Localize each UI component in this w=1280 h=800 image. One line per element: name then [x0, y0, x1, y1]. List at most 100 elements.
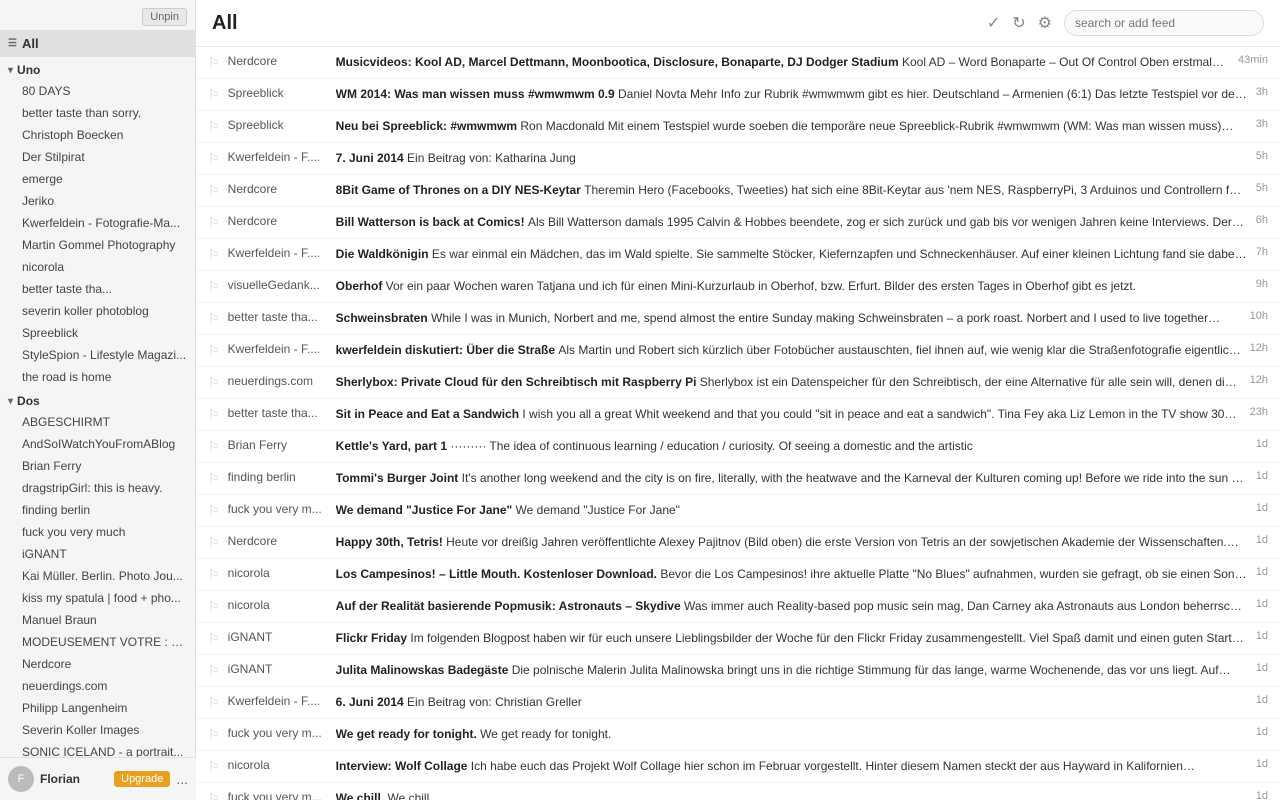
- bookmark-icon[interactable]: ⚐: [208, 407, 220, 423]
- feed-content: Oberhof Vor ein paar Wochen waren Tatjan…: [336, 278, 1248, 295]
- bookmark-icon[interactable]: ⚐: [208, 87, 220, 103]
- bookmark-icon[interactable]: ⚐: [208, 599, 220, 615]
- bookmark-icon[interactable]: ⚐: [208, 183, 220, 199]
- bookmark-icon[interactable]: ⚐: [208, 535, 220, 551]
- sidebar-item[interactable]: Manuel Braun: [0, 609, 195, 631]
- sidebar-item[interactable]: dragstripGirl: this is heavy.: [0, 477, 195, 499]
- sidebar-item[interactable]: better taste tha...: [0, 278, 195, 300]
- feed-source: iGNANT: [228, 662, 328, 676]
- feed-item[interactable]: ⚐Kwerfeldein - F....7. Juni 2014 Ein Bei…: [196, 143, 1280, 175]
- refresh-icon[interactable]: ↻: [1012, 13, 1025, 33]
- feed-item[interactable]: ⚐iGNANTFlickr Friday Im folgenden Blogpo…: [196, 623, 1280, 655]
- feed-item[interactable]: ⚐nicorolaLos Campesinos! – Little Mouth.…: [196, 559, 1280, 591]
- sidebar-item[interactable]: StyleSpion - Lifestyle Magazi...: [0, 344, 195, 366]
- sidebar-item[interactable]: ABGESCHIRMT: [0, 411, 195, 433]
- sidebar-item[interactable]: nicorola: [0, 256, 195, 278]
- sidebar-item[interactable]: Severin Koller Images: [0, 719, 195, 741]
- feed-item[interactable]: ⚐SpreeblickWM 2014: Was man wissen muss …: [196, 79, 1280, 111]
- sidebar-item[interactable]: Philipp Langenheim: [0, 697, 195, 719]
- feed-item[interactable]: ⚐fuck you very m...We get ready for toni…: [196, 719, 1280, 751]
- feed-item[interactable]: ⚐Kwerfeldein - F....Die Waldkönigin Es w…: [196, 239, 1280, 271]
- feed-item[interactable]: ⚐fuck you very m...We demand "Justice Fo…: [196, 495, 1280, 527]
- feed-list: ⚐NerdcoreMusicvideos: Kool AD, Marcel De…: [196, 47, 1280, 800]
- bookmark-icon[interactable]: ⚐: [208, 567, 220, 583]
- feed-item[interactable]: ⚐Brian FerryKettle's Yard, part 1 ······…: [196, 431, 1280, 463]
- feed-time: 23h: [1250, 406, 1268, 418]
- all-chevron-icon: ☰: [8, 38, 17, 49]
- bookmark-icon[interactable]: ⚐: [208, 215, 220, 231]
- bookmark-icon[interactable]: ⚐: [208, 279, 220, 295]
- feed-source: Kwerfeldein - F....: [228, 694, 328, 708]
- sidebar-item[interactable]: AndSoIWatchYouFromABlog: [0, 433, 195, 455]
- bookmark-icon[interactable]: ⚐: [208, 695, 220, 711]
- bookmark-icon[interactable]: ⚐: [208, 55, 220, 71]
- bookmark-icon[interactable]: ⚐: [208, 375, 220, 391]
- sidebar-item[interactable]: 80 DAYS: [0, 80, 195, 102]
- feed-item[interactable]: ⚐iGNANTJulita Malinowskas Badegäste Die …: [196, 655, 1280, 687]
- bookmark-icon[interactable]: ⚐: [208, 311, 220, 327]
- sidebar-item[interactable]: Jeriko: [0, 190, 195, 212]
- sidebar-item[interactable]: Kai Müller. Berlin. Photo Jou...: [0, 565, 195, 587]
- upgrade-button[interactable]: Upgrade: [114, 771, 170, 787]
- bookmark-icon[interactable]: ⚐: [208, 727, 220, 743]
- sidebar-item[interactable]: Nerdcore: [0, 653, 195, 675]
- sidebar-item[interactable]: kiss my spatula | food + pho...: [0, 587, 195, 609]
- bookmark-icon[interactable]: ⚐: [208, 663, 220, 679]
- feed-source: fuck you very m...: [228, 790, 328, 800]
- unpin-button[interactable]: Unpin: [142, 8, 187, 26]
- sidebar-item[interactable]: Spreeblick: [0, 322, 195, 344]
- feed-item[interactable]: ⚐NerdcoreMusicvideos: Kool AD, Marcel De…: [196, 47, 1280, 79]
- settings-icon[interactable]: ⚙: [1038, 13, 1052, 33]
- sidebar-item[interactable]: Christoph Boecken: [0, 124, 195, 146]
- feed-source: Spreeblick: [228, 86, 328, 100]
- search-input[interactable]: [1064, 10, 1264, 36]
- sidebar-item[interactable]: better taste than sorry.: [0, 102, 195, 124]
- feed-item[interactable]: ⚐nicorolaInterview: Wolf Collage Ich hab…: [196, 751, 1280, 783]
- feed-item[interactable]: ⚐better taste tha...Schweinsbraten While…: [196, 303, 1280, 335]
- sidebar-item[interactable]: Kwerfeldein - Fotografie-Ma...: [0, 212, 195, 234]
- feed-item[interactable]: ⚐ fuck you very m... We chill. We chill. 1d: [196, 783, 1280, 800]
- check-all-icon[interactable]: ✓: [987, 13, 1000, 33]
- bookmark-icon[interactable]: ⚐: [208, 343, 220, 359]
- feed-item[interactable]: ⚐SpreeblickNeu bei Spreeblick: #wmwmwm R…: [196, 111, 1280, 143]
- bookmark-icon[interactable]: ⚐: [208, 791, 220, 800]
- bookmark-icon[interactable]: ⚐: [208, 439, 220, 455]
- bookmark-icon[interactable]: ⚐: [208, 151, 220, 167]
- feed-item[interactable]: ⚐visuelleGedank...Oberhof Vor ein paar W…: [196, 271, 1280, 303]
- feed-item[interactable]: ⚐nicorolaAuf der Realität basierende Pop…: [196, 591, 1280, 623]
- feed-item[interactable]: ⚐better taste tha...Sit in Peace and Eat…: [196, 399, 1280, 431]
- bookmark-icon[interactable]: ⚐: [208, 247, 220, 263]
- sidebar-section-uno[interactable]: ▾ Uno: [0, 57, 195, 80]
- sidebar-item-all[interactable]: ☰ All: [0, 30, 195, 57]
- bookmark-icon[interactable]: ⚐: [208, 759, 220, 775]
- sidebar-section-dos[interactable]: ▾ Dos: [0, 388, 195, 411]
- feed-item[interactable]: ⚐Kwerfeldein - F....6. Juni 2014 Ein Bei…: [196, 687, 1280, 719]
- sidebar-item[interactable]: Brian Ferry: [0, 455, 195, 477]
- feed-time: 1d: [1256, 790, 1268, 800]
- feed-item[interactable]: ⚐Nerdcore8Bit Game of Thrones on a DIY N…: [196, 175, 1280, 207]
- feed-content: We chill. We chill.: [336, 790, 1248, 800]
- sidebar-item[interactable]: neuerdings.com: [0, 675, 195, 697]
- sidebar-item[interactable]: iGNANT: [0, 543, 195, 565]
- bookmark-icon[interactable]: ⚐: [208, 119, 220, 135]
- sidebar-item[interactable]: Martin Gommel Photography: [0, 234, 195, 256]
- bookmark-icon[interactable]: ⚐: [208, 631, 220, 647]
- all-label: All: [22, 36, 39, 51]
- sidebar-item[interactable]: the road is home: [0, 366, 195, 388]
- sidebar-item[interactable]: severin koller photoblog: [0, 300, 195, 322]
- sidebar-item[interactable]: finding berlin: [0, 499, 195, 521]
- feed-item[interactable]: ⚐finding berlinTommi's Burger Joint It's…: [196, 463, 1280, 495]
- bookmark-icon[interactable]: ⚐: [208, 503, 220, 519]
- feed-time: 43min: [1238, 54, 1268, 66]
- bookmark-icon[interactable]: ⚐: [208, 471, 220, 487]
- sidebar-item[interactable]: Der Stilpirat: [0, 146, 195, 168]
- sidebar-item[interactable]: fuck you very much: [0, 521, 195, 543]
- feed-item[interactable]: ⚐NerdcoreBill Watterson is back at Comic…: [196, 207, 1280, 239]
- feed-item[interactable]: ⚐Kwerfeldein - F....kwerfeldein diskutie…: [196, 335, 1280, 367]
- feed-time: 3h: [1256, 118, 1268, 130]
- more-button[interactable]: ...: [176, 771, 188, 787]
- sidebar-item[interactable]: MODEUSEMENT VOTRE : B...: [0, 631, 195, 653]
- sidebar-item[interactable]: emerge: [0, 168, 195, 190]
- feed-item[interactable]: ⚐neuerdings.comSherlybox: Private Cloud …: [196, 367, 1280, 399]
- feed-item[interactable]: ⚐NerdcoreHappy 30th, Tetris! Heute vor d…: [196, 527, 1280, 559]
